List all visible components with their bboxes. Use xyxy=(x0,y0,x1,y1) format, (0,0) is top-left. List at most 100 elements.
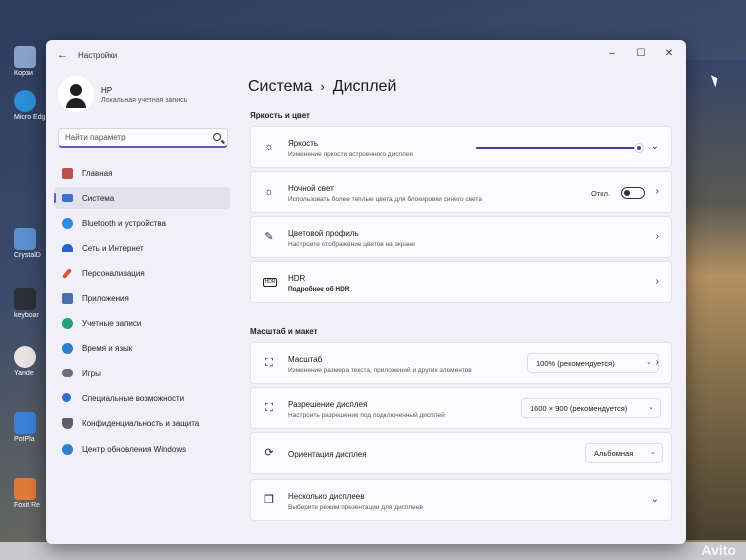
color-profile-card[interactable]: ✎ Цветовой профиль Настроите отображение… xyxy=(250,216,672,258)
sidebar-item-personalization[interactable]: Персонализация xyxy=(54,262,230,284)
chevron-right-icon[interactable]: › xyxy=(656,357,659,368)
orientation-title: Ориентация дисплея xyxy=(288,450,367,459)
sun-icon: ☼ xyxy=(263,186,275,198)
resolution-value: 1600 × 900 (рекомендуется) xyxy=(530,404,628,413)
desktop-icon-foxit[interactable]: Foxit Re xyxy=(14,478,48,509)
gamepad-icon xyxy=(62,369,73,377)
sidebar-item-label: Главная xyxy=(82,169,113,178)
brightness-subtitle: Изменение яркости встроенного дисплея xyxy=(288,151,413,158)
multiple-displays-title: Несколько дисплеев xyxy=(288,492,365,501)
hdr-icon: HDR xyxy=(263,278,277,287)
globe-clock-icon xyxy=(62,343,73,354)
shield-icon xyxy=(62,418,73,429)
apps-icon xyxy=(62,293,73,304)
edge-icon xyxy=(14,90,36,112)
accessibility-icon xyxy=(62,393,71,402)
hdr-title: HDR xyxy=(288,274,306,283)
sidebar-item-label: Специальные возможности xyxy=(82,394,185,403)
avatar[interactable] xyxy=(58,76,94,112)
night-light-state: Откл. xyxy=(591,189,611,198)
search-placeholder: Найти параметр xyxy=(65,133,126,142)
orientation-card[interactable]: ⟳ Ориентация дисплея Альбомная ⌄ xyxy=(250,432,672,474)
breadcrumb-parent[interactable]: Система xyxy=(248,78,312,95)
close-button[interactable]: ✕ xyxy=(659,46,679,62)
desktop-icon-yandex[interactable]: Yande xyxy=(14,346,48,377)
hdr-learn-more-link[interactable]: Подробнее об HDR xyxy=(288,286,349,293)
chevron-right-icon[interactable]: › xyxy=(656,276,659,287)
chevron-right-icon[interactable]: › xyxy=(656,186,659,197)
resolution-card[interactable]: ⛶ Разрешение дисплея Настроить разрешени… xyxy=(250,387,672,429)
crystaldisk-icon xyxy=(14,228,36,250)
sidebar-item-label: Приложения xyxy=(82,294,129,303)
desktop-icon-recycle-bin[interactable]: Корзи xyxy=(14,46,48,77)
resolution-subtitle: Настроить разрешение под подключенный ди… xyxy=(288,412,445,419)
chevron-down-icon: ⌄ xyxy=(646,359,652,366)
settings-window: ← Настройки – ☐ ✕ HP Локальная учетная з… xyxy=(46,40,686,544)
desktop-icon-keyboard[interactable]: keyboar xyxy=(14,288,48,319)
desktop-icon-potplayer[interactable]: PotPla xyxy=(14,412,48,443)
page-title: Дисплей xyxy=(332,78,397,95)
minimize-button[interactable]: – xyxy=(602,46,622,62)
night-light-card[interactable]: ☼ Ночной свет Использовать более теплые … xyxy=(250,171,672,213)
scale-card[interactable]: ⛶ Масштаб Изменение размера текста, прил… xyxy=(250,342,672,384)
home-icon xyxy=(62,168,73,179)
maximize-button[interactable]: ☐ xyxy=(631,46,651,62)
sidebar-item-privacy[interactable]: Конфиденциальность и защита xyxy=(54,412,230,434)
sidebar-item-gaming[interactable]: Игры xyxy=(54,362,230,384)
brightness-slider-track[interactable] xyxy=(476,147,638,149)
orientation-icon: ⟳ xyxy=(264,447,274,459)
desktop-icon-crystaldisk[interactable]: CrystalD xyxy=(14,228,48,259)
sidebar-item-accounts[interactable]: Учетные записи xyxy=(54,312,230,334)
brightness-card[interactable]: ☼ Яркость Изменение яркости встроенного … xyxy=(250,126,672,168)
sidebar-item-label: Bluetooth и устройства xyxy=(82,219,166,228)
sidebar-item-network[interactable]: Сеть и Интернет xyxy=(54,237,230,259)
orientation-value: Альбомная xyxy=(594,449,634,458)
sidebar-item-home[interactable]: Главная xyxy=(54,162,230,184)
night-light-toggle[interactable] xyxy=(621,187,645,199)
sidebar-item-label: Конфиденциальность и защита xyxy=(82,419,200,428)
multiple-displays-subtitle: Выберите режим презентации для дисплеев xyxy=(288,504,423,511)
scale-dropdown[interactable]: 100% (рекомендуется) ⌄ xyxy=(527,353,659,373)
sidebar-item-system[interactable]: Система xyxy=(54,187,230,209)
desktop-icon-label: Foxit Re xyxy=(14,502,41,509)
hdr-card[interactable]: HDR HDR Подробнее об HDR › xyxy=(250,261,672,303)
bluetooth-icon xyxy=(62,218,73,229)
search-input[interactable]: Найти параметр xyxy=(58,128,228,148)
chevron-down-icon[interactable]: ⌄ xyxy=(651,141,659,152)
sidebar-item-accessibility[interactable]: Специальные возможности xyxy=(54,387,230,409)
desktop-icon-label: keyboar xyxy=(14,312,39,319)
sidebar-item-time-language[interactable]: Время и язык xyxy=(54,337,230,359)
back-arrow-icon[interactable]: ← xyxy=(57,49,68,61)
scale-title: Масштаб xyxy=(288,355,323,364)
sun-icon: ☼ xyxy=(263,141,275,153)
chevron-down-icon[interactable]: ⌄ xyxy=(651,494,659,505)
scale-value: 100% (рекомендуется) xyxy=(536,359,615,368)
monitor-icon xyxy=(62,194,73,202)
multiple-displays-icon: ❐ xyxy=(264,494,274,506)
keyboard-icon xyxy=(14,288,36,310)
color-profile-title: Цветовой профиль xyxy=(288,229,359,238)
chevron-down-icon: ⌄ xyxy=(648,404,654,411)
resolution-icon: ⛶ xyxy=(265,402,273,414)
desktop-icon-edge[interactable]: Micro Edg xyxy=(14,90,48,121)
sidebar-item-apps[interactable]: Приложения xyxy=(54,287,230,309)
sidebar-item-bluetooth[interactable]: Bluetooth и устройства xyxy=(54,212,230,234)
multiple-displays-card[interactable]: ❐ Несколько дисплеев Выберите режим през… xyxy=(250,479,672,521)
recycle-bin-icon xyxy=(14,46,36,68)
chevron-right-icon[interactable]: › xyxy=(656,231,659,242)
chevron-down-icon: ⌄ xyxy=(650,449,656,456)
night-light-subtitle: Использовать более теплые цвета для блок… xyxy=(288,196,482,203)
profile-account-type: Локальная учетная запись xyxy=(101,97,188,104)
breadcrumb: Система › Дисплей xyxy=(248,78,396,96)
person-icon xyxy=(62,318,73,329)
sidebar-item-windows-update[interactable]: Центр обновления Windows xyxy=(54,438,230,460)
night-light-title: Ночной свет xyxy=(288,184,334,193)
resolution-dropdown[interactable]: 1600 × 900 (рекомендуется) ⌄ xyxy=(521,398,661,418)
breadcrumb-separator: › xyxy=(320,79,325,94)
scale-subtitle: Изменение размера текста, приложений и д… xyxy=(288,367,472,374)
orientation-dropdown[interactable]: Альбомная ⌄ xyxy=(585,443,663,463)
brush-icon xyxy=(61,268,73,279)
brightness-slider-thumb[interactable] xyxy=(634,143,644,153)
watermark: Avito xyxy=(701,542,736,558)
taskbar xyxy=(0,542,746,560)
